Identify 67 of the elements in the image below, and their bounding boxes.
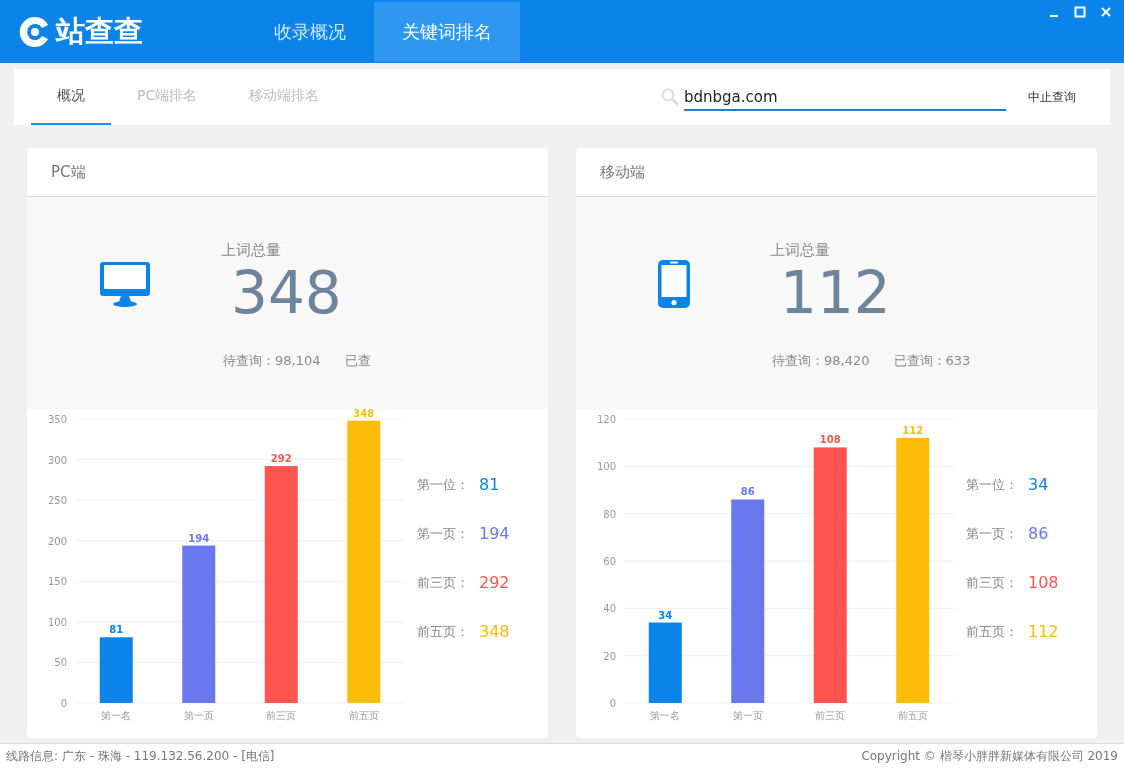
legend-value: 81 [479, 475, 500, 494]
y-axis-label: 80 [603, 508, 616, 520]
legend-value: 194 [479, 524, 510, 543]
total-count: 348 [231, 260, 342, 326]
y-axis-label: 100 [47, 616, 67, 628]
sub-tab[interactable]: 概况 [31, 69, 111, 125]
bar-value-label: 348 [353, 409, 375, 419]
legend-value: 108 [1028, 573, 1059, 592]
legend-value: 86 [1028, 524, 1049, 543]
sub-tab[interactable]: 移动端排名 [223, 69, 346, 125]
legend-label: 第一位： [417, 475, 469, 494]
panel-title: 移动端 [600, 162, 645, 182]
legend-label: 第一位： [966, 475, 1018, 494]
sub-tab[interactable]: PC端排名 [111, 69, 224, 125]
nav-tab[interactable]: 关键词排名 [374, 2, 520, 62]
y-axis-label: 100 [596, 461, 616, 473]
line-info-text: 线路信息: 广东 - 珠海 - 119.132.56.200 - [电信] [6, 747, 275, 765]
legend-value: 112 [1028, 622, 1059, 641]
y-axis-label: 0 [60, 698, 67, 709]
y-axis-label: 350 [47, 414, 67, 425]
y-axis-label: 20 [603, 650, 616, 662]
pending-count: 待查询：98,420 [772, 352, 870, 370]
bar [99, 637, 133, 703]
search-field[interactable]: bdnbga.com [684, 83, 1006, 111]
y-axis-label: 50 [54, 657, 67, 669]
close-icon[interactable] [1100, 6, 1112, 18]
bar-value-label: 112 [902, 424, 924, 436]
y-axis-label: 0 [609, 698, 616, 709]
legend-label: 前三页： [417, 573, 469, 592]
bar-value-label: 194 [188, 532, 210, 544]
queried-count: 已查询：633 [893, 352, 971, 370]
legend-value: 348 [479, 622, 510, 641]
legend-label: 前五页： [417, 622, 469, 641]
x-axis-label: 前三页 [266, 710, 297, 721]
y-axis-label: 300 [47, 454, 67, 466]
panel-title: PC端 [51, 162, 86, 182]
pending-count: 待查询：98,104 [223, 352, 321, 370]
y-axis-label: 150 [47, 576, 67, 588]
legend-value: 34 [1028, 475, 1049, 494]
legend-label: 第一页： [417, 524, 469, 543]
total-label: 上词总量 [770, 241, 831, 260]
y-axis-label: 60 [603, 556, 616, 567]
queried-count: 已查 [344, 352, 371, 370]
stop-query-button[interactable]: 中止查询 [1022, 87, 1082, 107]
legend-value: 292 [479, 573, 510, 592]
bar-value-label: 81 [109, 624, 124, 636]
y-axis-label: 120 [596, 414, 616, 425]
x-axis-label: 前五页 [897, 710, 928, 721]
y-axis-label: 40 [603, 603, 616, 615]
bar-value-label: 34 [658, 609, 673, 621]
search-icon [660, 87, 680, 107]
x-axis-label: 前三页 [815, 710, 846, 721]
app-logo-text: 站查查 [56, 12, 143, 50]
bar-value-label: 108 [819, 434, 841, 446]
x-axis-label: 前五页 [348, 710, 379, 721]
legend-label: 前五页： [966, 622, 1018, 641]
total-count: 112 [780, 260, 891, 326]
bar-value-label: 292 [270, 453, 292, 465]
total-label: 上词总量 [221, 241, 282, 260]
bar-value-label: 86 [740, 486, 755, 498]
maximize-icon[interactable] [1074, 6, 1086, 18]
y-axis-label: 200 [47, 535, 67, 547]
nav-tab[interactable]: 收录概况 [246, 2, 374, 62]
legend-label: 前三页： [966, 573, 1018, 592]
y-axis-label: 250 [47, 495, 67, 507]
copyright-text: Copyright © 楷琴小胖胖新媒体有限公司 2019 [861, 747, 1118, 765]
legend-label: 第一页： [966, 524, 1018, 543]
